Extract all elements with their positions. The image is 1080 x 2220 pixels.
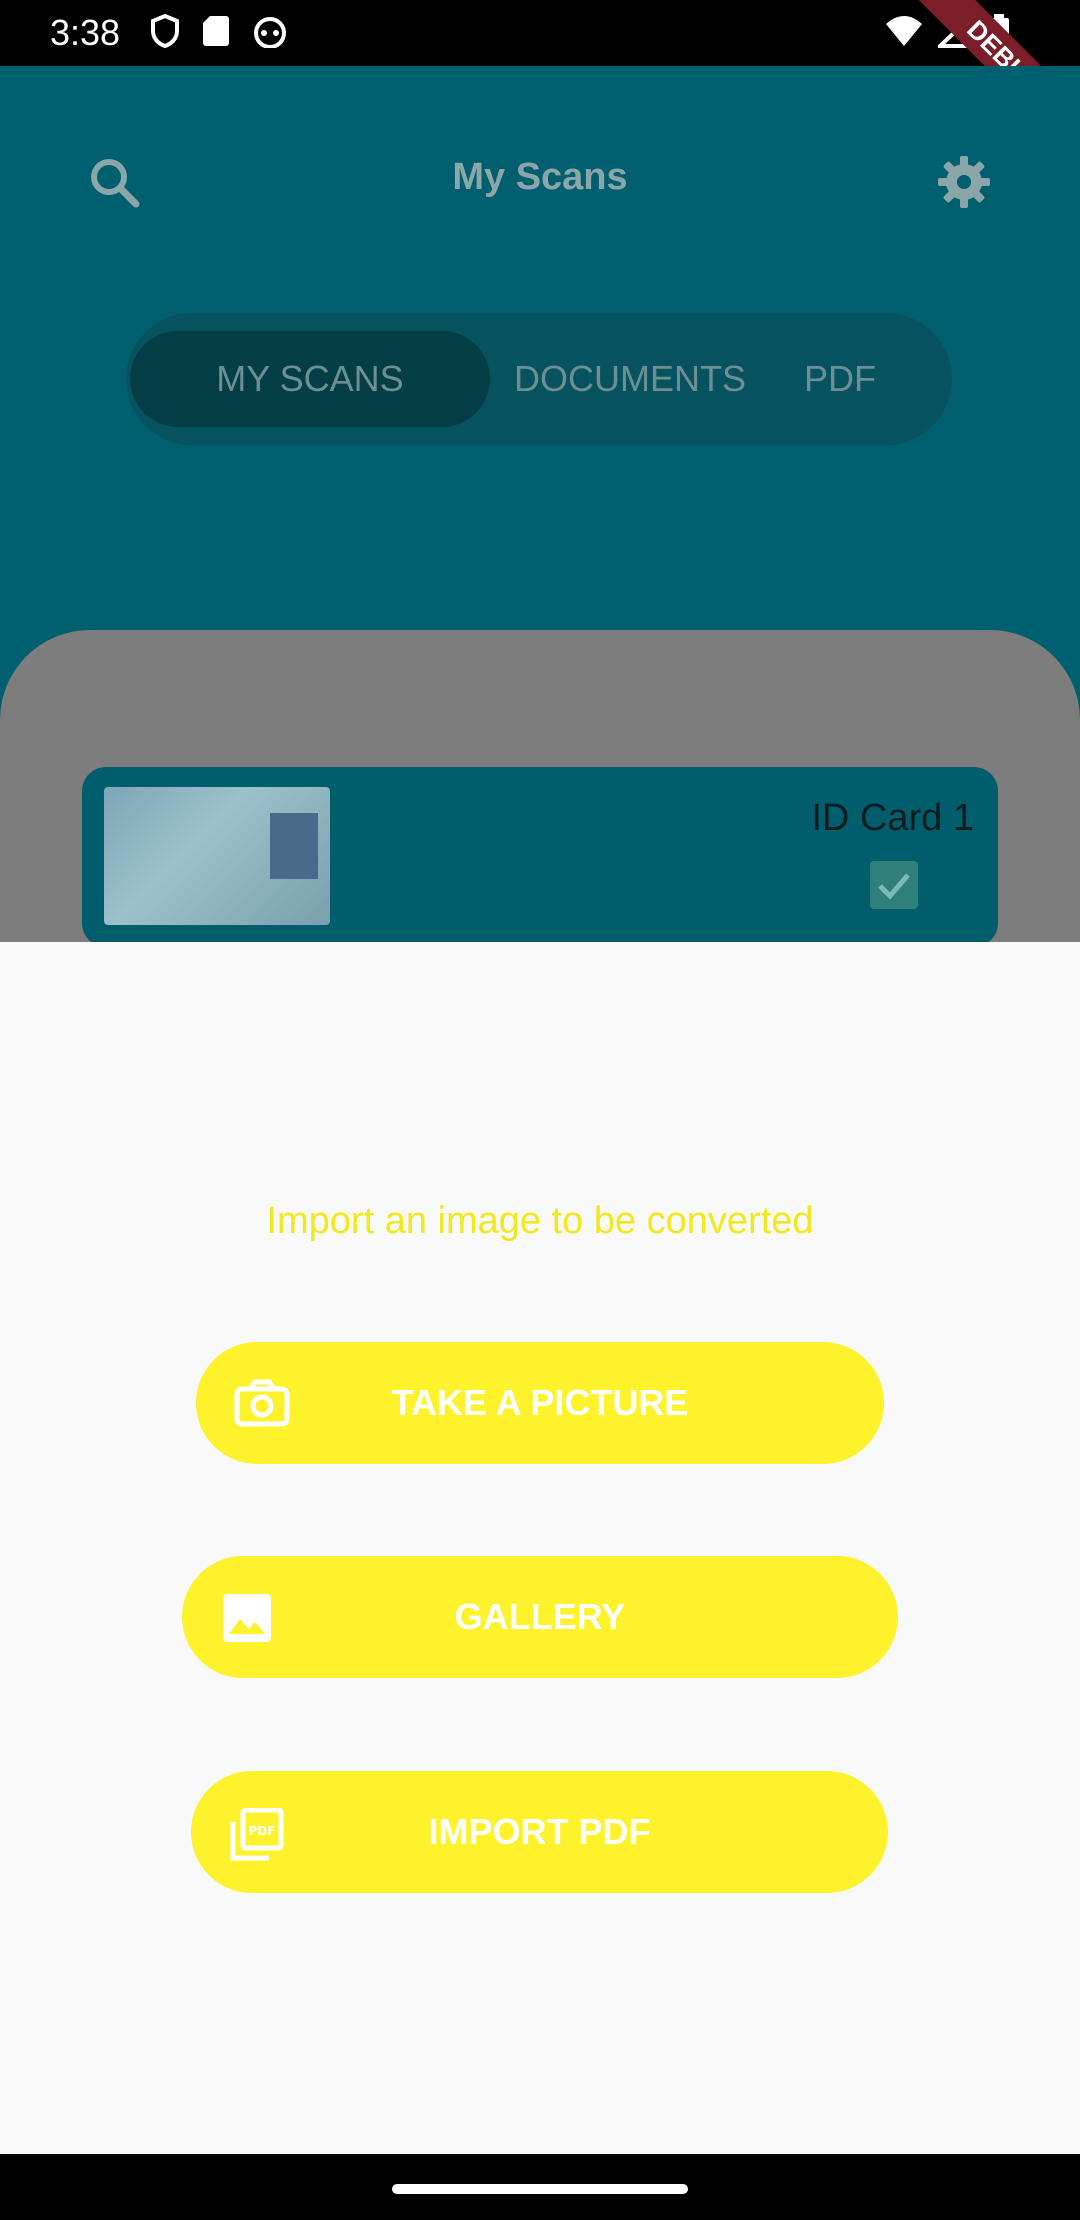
take-picture-label: TAKE A PICTURE: [391, 1382, 689, 1423]
tab-documents[interactable]: DOCUMENTS: [490, 331, 770, 427]
wifi-icon: [884, 14, 924, 55]
shield-icon: [150, 13, 180, 53]
tab-bar: MY SCANS DOCUMENTS PDF: [126, 313, 952, 445]
sd-card-icon: [202, 14, 230, 53]
scan-title: ID Card 1: [811, 797, 974, 839]
gallery-label: GALLERY: [454, 1596, 626, 1637]
cat-icon: [252, 14, 288, 53]
scan-checkbox[interactable]: [870, 861, 918, 909]
gear-icon[interactable]: [936, 154, 992, 215]
status-icons-left: [150, 13, 288, 53]
status-bar: 3:38 DEBUG: [0, 0, 1080, 165]
import-pdf-label: IMPORT PDF: [428, 1811, 651, 1852]
gallery-button[interactable]: GALLERY: [182, 1556, 898, 1678]
status-time: 3:38: [50, 12, 121, 53]
take-picture-button[interactable]: TAKE A PICTURE: [196, 1342, 884, 1464]
tab-my-scans[interactable]: MY SCANS: [130, 331, 490, 427]
scan-card[interactable]: ID Card 1: [82, 767, 998, 947]
import-pdf-button[interactable]: PDF IMPORT PDF: [191, 1771, 888, 1893]
home-indicator[interactable]: [392, 2184, 688, 2194]
scan-thumbnail: [104, 787, 330, 925]
tab-pdf[interactable]: PDF: [770, 331, 910, 427]
import-sheet: Import an image to be converted TAKE A P…: [0, 942, 1080, 2154]
id-photo: [270, 813, 318, 879]
navigation-bar: [0, 2154, 1080, 2220]
import-prompt: Import an image to be converted: [266, 1200, 814, 1242]
page-title: My Scans: [452, 156, 628, 198]
